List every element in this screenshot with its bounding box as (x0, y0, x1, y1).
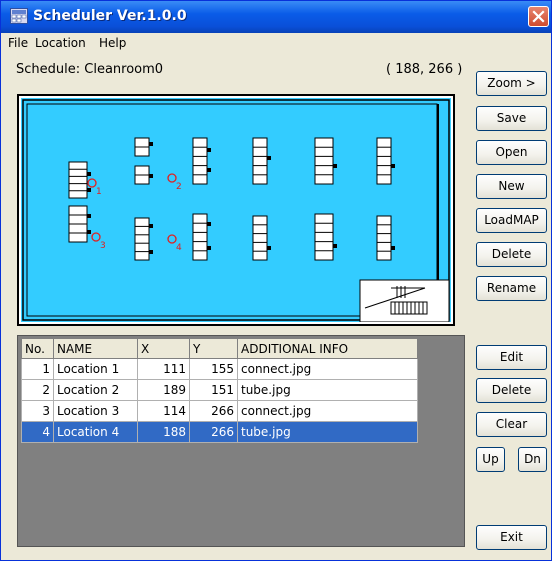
row-name-cell: Location 4 (53, 421, 138, 443)
open-button[interactable]: Open (476, 140, 547, 165)
schedule-label-prefix: Schedule: (16, 62, 81, 77)
row-x-cell: 189 (137, 379, 190, 401)
column-header-info[interactable]: ADDITIONAL INFO (237, 338, 418, 359)
clear-button[interactable]: Clear (476, 412, 547, 437)
menu-file[interactable]: File (8, 36, 28, 50)
row-y-cell: 151 (189, 379, 238, 401)
column-header-no[interactable]: No. (21, 338, 54, 359)
cursor-coordinates: ( 188, 266 ) (386, 62, 463, 77)
close-icon (532, 10, 545, 23)
location-marker-label: 1 (96, 187, 102, 197)
row-name-cell: Location 2 (53, 379, 138, 401)
row-info-cell: connect.jpg (237, 400, 418, 422)
schedule-label: Schedule: Cleanroom0 (16, 62, 163, 77)
map-canvas[interactable]: 1 2 3 4 (21, 98, 451, 322)
new-button[interactable]: New (476, 174, 547, 199)
close-button[interactable] (528, 6, 549, 27)
move-up-button[interactable]: Up (476, 447, 505, 472)
table-row[interactable]: 3 Location 3 114 266 connect.jpg (21, 400, 418, 422)
delete-location-button[interactable]: Delete (476, 378, 547, 403)
row-x-cell: 114 (137, 400, 190, 422)
loadmap-button[interactable]: LoadMAP (476, 208, 547, 233)
delete-map-button[interactable]: Delete (476, 242, 547, 267)
table-row[interactable]: 1 Location 1 111 155 connect.jpg (21, 358, 418, 380)
row-number-cell: 2 (21, 379, 54, 401)
row-y-cell: 266 (189, 400, 238, 422)
row-y-cell: 155 (189, 358, 238, 380)
menu-help[interactable]: Help (99, 36, 126, 50)
locations-table-body: 1 Location 1 111 155 connect.jpg 2 Location 21… (21, 358, 418, 443)
table-row[interactable]: 2 Location 2 189 151 tube.jpg (21, 379, 418, 401)
location-marker-label: 4 (176, 243, 182, 253)
table-header-row: No. NAME X Y ADDITIONAL INFO (21, 338, 418, 359)
row-name-cell: Location 3 (53, 400, 138, 422)
location-marker-label: 3 (100, 241, 106, 251)
location-marker-label: 2 (176, 182, 182, 192)
row-name-cell: Location 1 (53, 358, 138, 380)
schedule-name: Cleanroom0 (84, 62, 164, 77)
row-info-cell: tube.jpg (237, 421, 418, 443)
zoom-button[interactable]: Zoom > (476, 71, 547, 96)
save-button[interactable]: Save (476, 106, 547, 131)
app-icon (10, 8, 28, 24)
row-info-cell: tube.jpg (237, 379, 418, 401)
row-info-cell: connect.jpg (237, 358, 418, 380)
row-x-cell: 188 (137, 421, 190, 443)
menu-location[interactable]: Location (35, 36, 86, 50)
exit-button[interactable]: Exit (476, 525, 547, 550)
row-number-cell: 3 (21, 400, 54, 422)
locations-table: No. NAME X Y ADDITIONAL INFO 1 Location 1… (21, 338, 418, 443)
row-number-cell: 1 (21, 358, 54, 380)
window-title: Scheduler Ver.1.0.0 (33, 8, 187, 24)
title-bar[interactable]: Scheduler Ver.1.0.0 (1, 1, 551, 33)
column-header-y[interactable]: Y (189, 338, 238, 359)
menu-bar: File Location Help (1, 33, 551, 54)
scheduler-window: Scheduler Ver.1.0.0 File Location Help S… (0, 0, 552, 561)
row-number-cell: 4 (21, 421, 54, 443)
row-y-cell: 266 (189, 421, 238, 443)
rename-button[interactable]: Rename (476, 276, 547, 301)
column-header-x[interactable]: X (137, 338, 190, 359)
move-down-button[interactable]: Dn (518, 447, 547, 472)
table-row[interactable]: 4 Location 4 188 266 tube.jpg (21, 421, 418, 443)
row-x-cell: 111 (137, 358, 190, 380)
edit-button[interactable]: Edit (476, 345, 547, 370)
column-header-name[interactable]: NAME (53, 338, 138, 359)
